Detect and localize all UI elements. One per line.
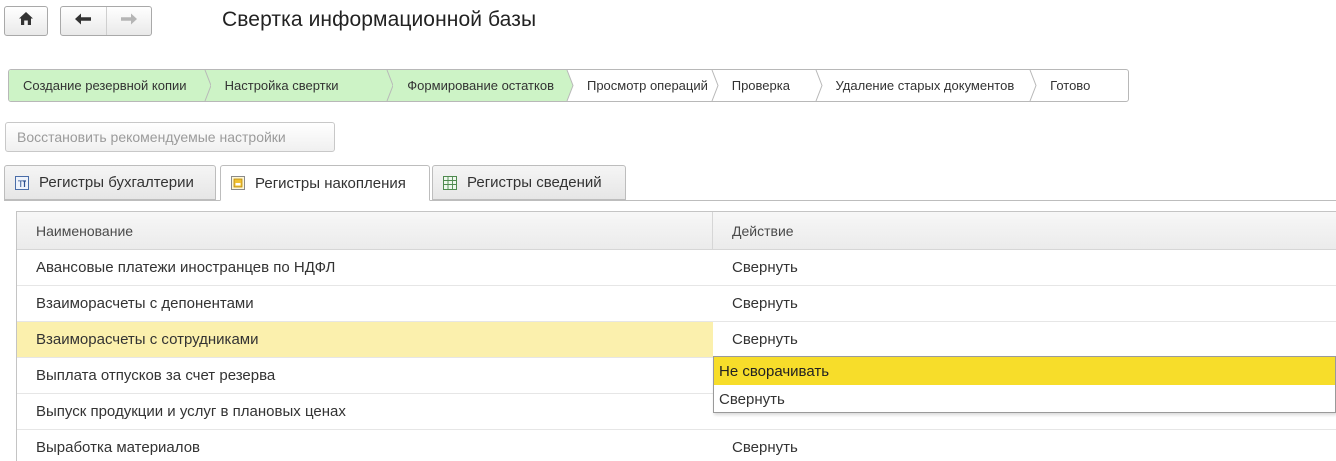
- registers-table: Наименование Действие Авансовые платежи …: [16, 211, 1336, 461]
- home-button[interactable]: [4, 6, 48, 36]
- wizard-step-label: Удаление старых документов: [835, 78, 1015, 93]
- row-action-cell[interactable]: Свернуть: [713, 250, 798, 285]
- dropdown-option-do-not-collapse[interactable]: Не сворачивать: [714, 357, 1335, 385]
- wizard-step-label: Просмотр операций: [586, 78, 708, 93]
- home-icon: [18, 11, 34, 31]
- table-row-selected[interactable]: Взаиморасчеты с сотрудниками Свернуть: [17, 322, 1336, 358]
- wizard-step-label: Формирование остатков: [407, 78, 554, 93]
- tab-label: Регистры сведений: [467, 174, 602, 191]
- dropdown-option-collapse[interactable]: Свернуть: [714, 385, 1335, 413]
- arrow-left-icon: [74, 12, 92, 31]
- tab-label: Регистры бухгалтерии: [39, 174, 194, 191]
- wizard-step-label: Готово: [1050, 78, 1091, 93]
- tab-divider: [4, 200, 1336, 201]
- table-row[interactable]: Взаиморасчеты с депонентами Свернуть: [17, 286, 1336, 322]
- tab-label: Регистры накопления: [255, 174, 406, 192]
- tab-information-registers[interactable]: Регистры сведений: [432, 165, 626, 200]
- wizard-step-label: Проверка: [731, 78, 790, 93]
- information-register-icon: [442, 175, 458, 191]
- row-action-cell[interactable]: Свернуть: [713, 430, 798, 461]
- forward-button[interactable]: [105, 7, 151, 35]
- accounting-register-icon: Т: [14, 175, 30, 191]
- page-title: Свертка информационной базы: [222, 8, 537, 31]
- svg-text:Т: Т: [17, 180, 24, 190]
- wizard-step[interactable]: Удаление старых документов: [822, 70, 1038, 101]
- tab-accumulation-registers[interactable]: Регистры накопления: [220, 165, 430, 201]
- table-row[interactable]: Авансовые платежи иностранцев по НДФЛ Св…: [17, 250, 1336, 286]
- wizard-step-label: Создание резервной копии: [23, 78, 187, 93]
- arrow-right-icon: [120, 12, 138, 31]
- wizard-step[interactable]: Просмотр операций: [573, 70, 719, 101]
- row-name-cell: Авансовые платежи иностранцев по НДФЛ: [36, 259, 336, 276]
- wizard-step-label: Настройка свертки: [224, 78, 339, 93]
- row-name-cell: Взаиморасчеты с депонентами: [36, 295, 254, 312]
- row-name-cell: Выплата отпусков за счет резерва: [36, 367, 276, 384]
- restore-recommended-settings-button[interactable]: Восстановить рекомендуемые настройки: [5, 122, 335, 152]
- wizard-step[interactable]: Формирование остатков: [393, 70, 574, 101]
- wizard-step[interactable]: Проверка: [718, 70, 823, 101]
- row-action-cell[interactable]: Свернуть: [713, 286, 798, 321]
- action-dropdown-list: Не сворачивать Свернуть: [713, 356, 1336, 413]
- history-nav-group: [60, 6, 152, 36]
- column-header-action[interactable]: Действие: [713, 212, 794, 249]
- row-action-cell[interactable]: Свернуть: [713, 322, 798, 357]
- register-tabs: Т Регистры бухгалтерии Регистры накоплен…: [4, 165, 1336, 201]
- accumulation-register-icon: [230, 175, 246, 191]
- wizard-step[interactable]: Готово: [1036, 70, 1128, 101]
- column-header-name[interactable]: Наименование: [17, 212, 713, 249]
- row-name-cell: Взаиморасчеты с сотрудниками: [17, 322, 713, 357]
- table-row[interactable]: Выработка материалов Свернуть: [17, 430, 1336, 461]
- wizard-step[interactable]: Настройка свертки: [210, 70, 395, 101]
- back-button[interactable]: [61, 7, 106, 35]
- wizard-step[interactable]: Создание резервной копии: [9, 70, 212, 101]
- wizard-steps: Создание резервной копии Настройка свертк…: [8, 69, 1129, 102]
- tab-accounting-registers[interactable]: Т Регистры бухгалтерии: [4, 165, 216, 200]
- row-name-cell: Выработка материалов: [36, 439, 201, 456]
- row-name-cell: Выпуск продукции и услуг в плановых цена…: [36, 403, 346, 420]
- table-header: Наименование Действие: [17, 212, 1336, 250]
